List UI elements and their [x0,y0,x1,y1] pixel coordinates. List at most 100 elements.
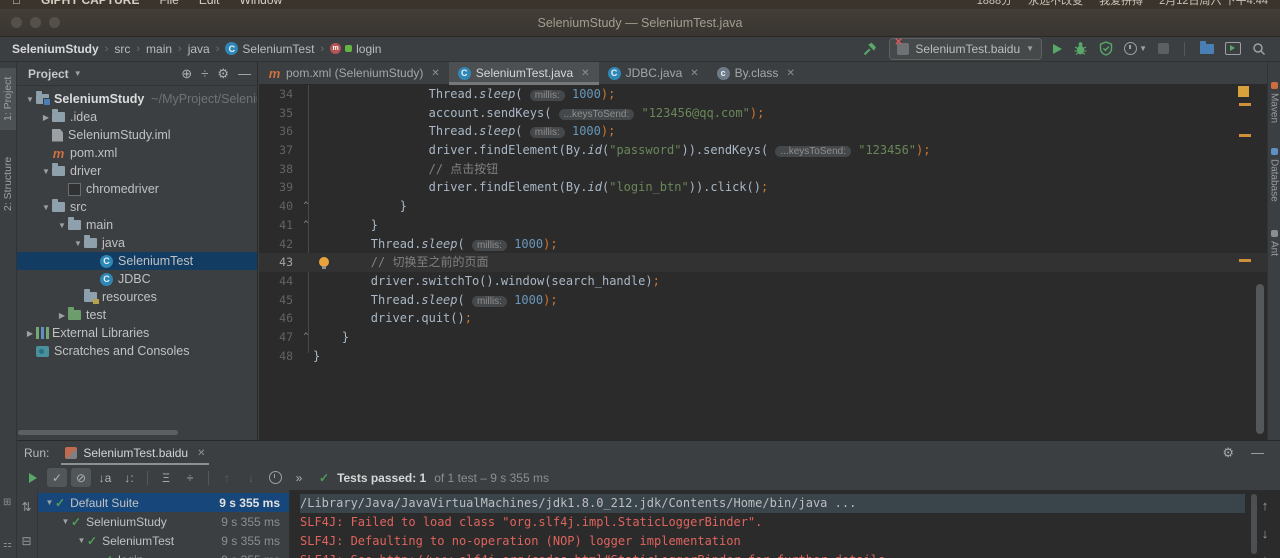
zoom-window-button[interactable] [49,17,60,28]
more-actions-button[interactable]: » [289,468,309,487]
fold-marker-icon[interactable]: ^ [299,197,313,216]
collapse-all-icon[interactable]: ÷ [201,67,208,80]
tree-item-pom-xml[interactable]: m pom.xml [16,144,257,162]
search-icon[interactable] [1252,42,1266,56]
code-line-40[interactable]: 40 ^ } [259,197,1268,216]
test-node-default-suite[interactable]: ▼ ✓ Default Suite 9 s 355 ms [38,493,289,512]
tree-item-seleniumstudy-iml[interactable]: SeleniumStudy.iml [16,126,257,144]
chevron-down-icon[interactable]: ▼ [40,203,52,212]
show-ignored-toggle[interactable]: ⊘ [71,468,91,487]
project-view-title[interactable]: Project [28,67,69,81]
project-structure-icon[interactable] [1200,40,1214,54]
tree-item-java[interactable]: ▼ java [16,234,257,252]
run-window-icon[interactable] [1225,42,1241,55]
warning-stripe-mark[interactable] [1239,134,1251,137]
tree-item-scratches-and-consoles[interactable]: Scratches and Consoles [16,342,257,360]
tree-item-resources[interactable]: resources [16,288,257,306]
fold-marker-icon[interactable]: ^ [299,328,313,347]
code-line-35[interactable]: 35 account.sendKeys( ...keysToSend: "123… [259,104,1268,123]
collapse-all-button[interactable]: ÷ [180,468,200,487]
sort-alphabetically-button[interactable]: ↓a [95,468,115,487]
tree-item-src[interactable]: ▼ src [16,198,257,216]
warning-stripe-mark[interactable] [1239,103,1251,106]
breadcrumb-item-seleniumtest[interactable]: C SeleniumTest [225,42,314,56]
breadcrumb-item-src[interactable]: src [114,42,130,56]
close-icon[interactable]: ✕ [431,68,439,79]
scroll-to-end-icon[interactable]: ↓ [1262,553,1269,558]
chevron-right-icon[interactable]: ▶ [40,113,52,122]
tree-item-main[interactable]: ▼ main [16,216,257,234]
code-line-36[interactable]: 36 Thread.sleep( millis: 1000); [259,122,1268,141]
run-tab[interactable]: SeleniumTest.baidu ✕ [61,443,210,465]
profiler-button[interactable]: ▼ [1124,42,1147,55]
run-with-coverage-button[interactable] [1099,41,1113,56]
tool-button-project[interactable]: 1: Project [0,68,16,130]
test-history-button[interactable] [265,468,285,487]
chevron-down-icon[interactable]: ▼ [40,167,52,176]
chevron-down-icon[interactable]: ▼ [44,498,55,507]
apple-icon[interactable]:  [12,0,21,7]
status-item[interactable]: 我爱拼搏 [1099,0,1143,8]
tree-item-driver[interactable]: ▼ driver [16,162,257,180]
console-scrollbar[interactable] [1251,494,1257,554]
tool-button-ant[interactable]: Ant [1268,230,1280,256]
gear-icon[interactable]: ⚙ [217,67,229,80]
tree-item-test[interactable]: ▶ test [16,306,257,324]
close-icon[interactable]: ✕ [197,448,205,459]
close-icon[interactable]: ✕ [786,68,794,79]
editor-tab-by.class[interactable]: c By.class ✕ [708,62,804,84]
debug-button[interactable] [1073,41,1088,56]
code-line-39[interactable]: 39 driver.findElement(By.id("login_btn")… [259,178,1268,197]
locate-file-icon[interactable]: ⊕ [181,67,192,80]
run-console[interactable]: /Library/Java/JavaVirtualMachines/jdk1.8… [290,490,1250,558]
show-passed-toggle[interactable]: ✓ [47,468,67,487]
chevron-down-icon[interactable]: ▼ [24,95,36,104]
chevron-down-icon[interactable]: ▼ [56,221,68,230]
code-line-42[interactable]: 42 Thread.sleep( millis: 1000); [259,235,1268,254]
chevron-right-icon[interactable]: ▶ [56,311,68,320]
breadcrumb-item-seleniumstudy[interactable]: SeleniumStudy [12,42,99,56]
menu-item[interactable]: Edit [199,0,220,7]
tree-item-seleniumtest[interactable]: C SeleniumTest [16,252,257,270]
minimize-window-button[interactable] [30,17,41,28]
editor-tab-jdbc.java[interactable]: C JDBC.java ✕ [599,62,708,84]
chevron-down-icon[interactable]: ▼ [76,536,87,545]
code-area[interactable]: 34 Thread.sleep( millis: 1000); 35 accoun… [259,85,1268,440]
breadcrumb-item-login[interactable]: m login [330,42,381,56]
menu-item[interactable]: Window [240,0,283,7]
test-node-seleniumstudy[interactable]: ▼ ✓ SeleniumStudy 9 s 355 ms [38,512,289,531]
stop-button[interactable] [1158,43,1169,54]
code-line-34[interactable]: 34 Thread.sleep( millis: 1000); [259,85,1268,104]
hide-panel-icon[interactable]: — [238,67,251,80]
test-node-login[interactable]: ✓ login 9 s 355 ms [38,550,289,558]
chevron-down-icon[interactable]: ▼ [72,239,84,248]
build-hammer-icon[interactable] [862,41,878,57]
hide-panel-icon[interactable]: — [1251,445,1264,461]
menu-item[interactable]: File [159,0,178,7]
run-button[interactable] [1053,43,1063,54]
menu-item[interactable]: GIPHY CAPTURE [41,0,139,7]
chevron-right-icon[interactable]: ▶ [24,329,36,338]
warning-stripe-mark[interactable] [1239,259,1251,262]
test-node-seleniumtest[interactable]: ▼ ✓ SeleniumTest 9 s 355 ms [38,531,289,550]
inspection-status-icon[interactable] [1238,86,1249,97]
chevron-down-icon[interactable]: ▼ [60,517,71,526]
rerun-tests-button[interactable] [23,468,43,487]
close-window-button[interactable] [11,17,22,28]
code-line-38[interactable]: 38 // 点击按钮 [259,160,1268,179]
editor-tab-seleniumtest.java[interactable]: C SeleniumTest.java ✕ [448,62,599,85]
favorites-icon[interactable]: ⊞ [3,498,13,508]
status-item[interactable]: 1888分 [977,0,1012,8]
tree-item-external-libraries[interactable]: ▶ External Libraries [16,324,257,342]
next-failed-test-button[interactable]: ↓ [241,468,261,487]
code-line-43[interactable]: 43 // 切换至之前的页面 [259,253,1268,272]
scroll-up-icon[interactable]: ↑ [1262,498,1269,513]
tree-item-jdbc[interactable]: C JDBC [16,270,257,288]
scroll-down-icon[interactable]: ↓ [1262,526,1269,541]
code-line-41[interactable]: 41 ^ } [259,216,1268,235]
todo-icon[interactable]: ⚏ [3,540,13,550]
test-history-icon[interactable]: ⇅ [21,500,31,514]
code-line-44[interactable]: 44 driver.switchTo().window(search_handl… [259,272,1268,291]
tree-item-chromedriver[interactable]: chromedriver [16,180,257,198]
breadcrumb-item-main[interactable]: main [146,42,172,56]
